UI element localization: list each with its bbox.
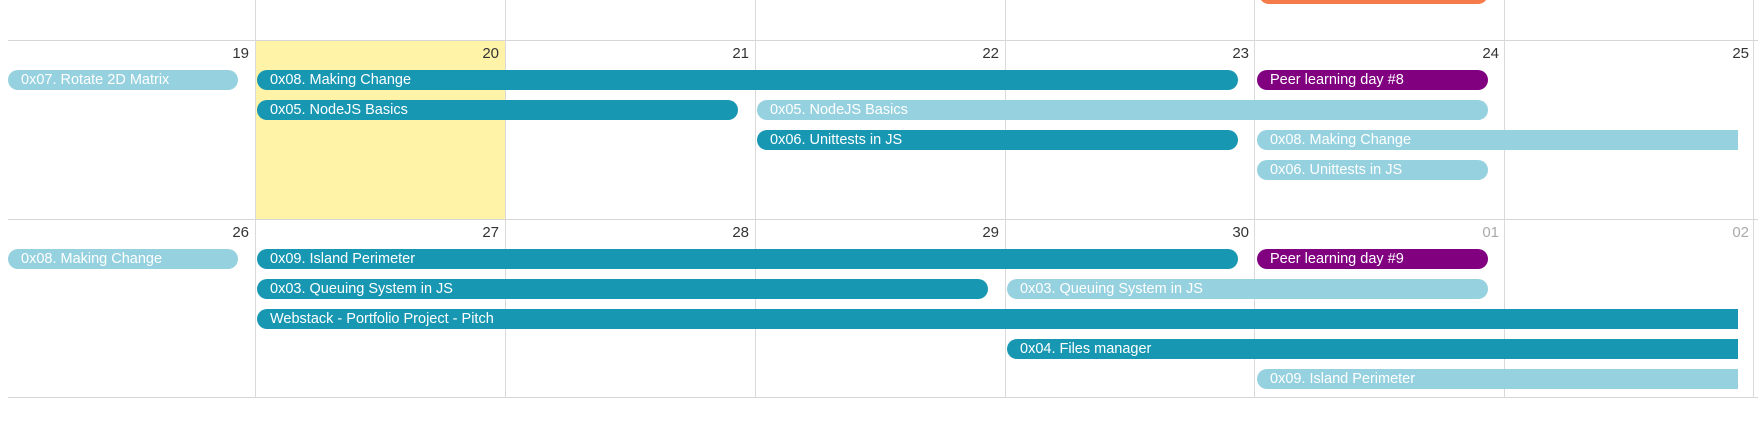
day-number-today[interactable]: 20 <box>459 45 499 63</box>
event-bar[interactable]: 0x08. Making Change <box>257 70 1238 90</box>
event-bar[interactable]: 0x08. Making Change <box>1257 130 1738 150</box>
day-number[interactable]: 30 <box>1209 224 1249 242</box>
day-number[interactable]: 28 <box>709 224 749 242</box>
event-bar[interactable]: Webstack - Portfolio Project - Pitch <box>257 309 1738 329</box>
day-divider <box>1005 0 1006 398</box>
partial-event-bar[interactable] <box>1259 0 1488 4</box>
day-number[interactable]: 27 <box>459 224 499 242</box>
event-bar[interactable]: 0x06. Unittests in JS <box>1257 160 1488 180</box>
day-number[interactable]: 25 <box>1709 45 1749 63</box>
day-number[interactable]: 23 <box>1209 45 1249 63</box>
event-bar[interactable]: 0x03. Queuing System in JS <box>1007 279 1488 299</box>
event-bar[interactable]: 0x05. NodeJS Basics <box>757 100 1488 120</box>
event-bar[interactable]: Peer learning day #9 <box>1257 249 1488 269</box>
event-bar[interactable]: 0x08. Making Change <box>8 249 238 269</box>
event-bar[interactable]: 0x09. Island Perimeter <box>1257 369 1738 389</box>
event-bar[interactable]: 0x09. Island Perimeter <box>257 249 1238 269</box>
today-highlight <box>256 41 505 219</box>
event-bar[interactable]: 0x04. Files manager <box>1007 339 1738 359</box>
day-divider <box>1753 0 1754 398</box>
day-number[interactable]: 22 <box>959 45 999 63</box>
day-divider <box>505 0 506 398</box>
day-divider <box>755 0 756 398</box>
day-number[interactable]: 24 <box>1459 45 1499 63</box>
day-number-next-month[interactable]: 02 <box>1709 224 1749 242</box>
day-number[interactable]: 19 <box>209 45 249 63</box>
day-number[interactable]: 21 <box>709 45 749 63</box>
day-divider <box>255 0 256 398</box>
event-bar[interactable]: 0x07. Rotate 2D Matrix <box>8 70 238 90</box>
event-bar[interactable]: 0x06. Unittests in JS <box>757 130 1238 150</box>
event-bar[interactable]: Peer learning day #8 <box>1257 70 1488 90</box>
day-number-next-month[interactable]: 01 <box>1459 224 1499 242</box>
day-number[interactable]: 26 <box>209 224 249 242</box>
event-bar[interactable]: 0x03. Queuing System in JS <box>257 279 988 299</box>
day-number[interactable]: 29 <box>959 224 999 242</box>
week-divider <box>8 219 1758 220</box>
week-divider <box>8 397 1758 398</box>
month-calendar-grid: 19 20 21 22 23 24 25 0x07. Rotate 2D Mat… <box>0 0 1758 424</box>
event-bar[interactable]: 0x05. NodeJS Basics <box>257 100 738 120</box>
week-divider <box>8 40 1758 41</box>
